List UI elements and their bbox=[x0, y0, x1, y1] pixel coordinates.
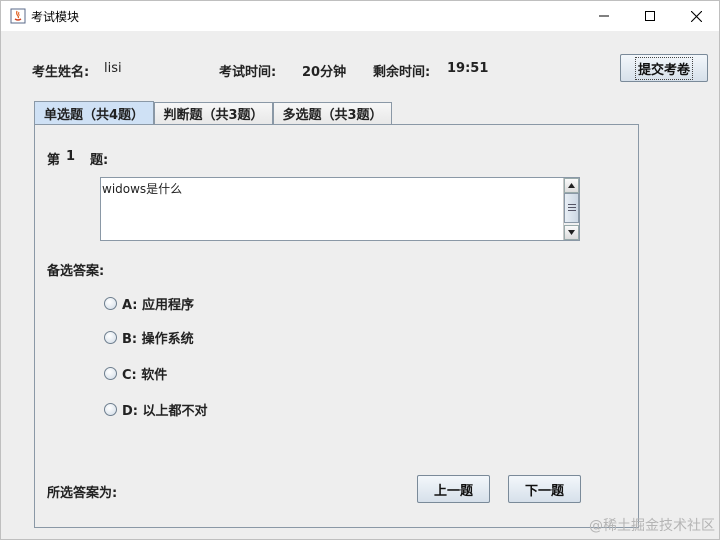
minimize-button[interactable] bbox=[581, 1, 627, 31]
question-prefix: 第 bbox=[47, 153, 61, 168]
remaining-time-value: 19:51 bbox=[447, 61, 489, 76]
selected-answer-label: 所选答案为: bbox=[47, 486, 118, 501]
tab-multiple-choice[interactable]: 多选题（共3题） bbox=[273, 102, 392, 124]
scroll-up-button[interactable] bbox=[564, 178, 579, 193]
chevron-up-icon bbox=[568, 183, 575, 188]
option-a-label: A: 应用程序 bbox=[122, 297, 195, 313]
option-c-label: C: 软件 bbox=[122, 367, 168, 383]
scroll-down-button[interactable] bbox=[564, 225, 579, 240]
option-c[interactable]: C: 软件 bbox=[104, 365, 168, 383]
radio-icon[interactable] bbox=[104, 366, 117, 380]
previous-question-label: 上一题 bbox=[433, 483, 473, 499]
question-text-area[interactable]: widows是什么 bbox=[100, 177, 580, 241]
question-scrollbar[interactable] bbox=[563, 178, 579, 240]
next-question-button[interactable]: 下一题 bbox=[508, 475, 581, 503]
option-b-label: B: 操作系统 bbox=[122, 331, 194, 347]
window-title: 考试模块 bbox=[31, 10, 80, 24]
radio-icon[interactable] bbox=[104, 330, 117, 344]
option-a[interactable]: A: 应用程序 bbox=[104, 295, 195, 313]
minimize-icon bbox=[599, 15, 609, 17]
remaining-time-label: 剩余时间: bbox=[373, 65, 431, 80]
chevron-down-icon bbox=[568, 230, 575, 235]
question-text: widows是什么 bbox=[102, 182, 183, 196]
submit-exam-button[interactable]: 提交考卷 bbox=[620, 54, 708, 82]
exam-time-value: 20分钟 bbox=[302, 65, 347, 80]
exam-time-label: 考试时间: bbox=[219, 65, 277, 80]
previous-question-button[interactable]: 上一题 bbox=[417, 475, 490, 503]
close-icon bbox=[690, 10, 702, 22]
submit-exam-label: 提交考卷 bbox=[634, 56, 693, 80]
option-d-label: D: 以上都不对 bbox=[122, 403, 208, 419]
tab-single-choice[interactable]: 单选题（共4题） bbox=[34, 101, 154, 125]
question-number: 1 bbox=[66, 149, 76, 164]
watermark: @稀土掘金技术社区 bbox=[589, 518, 715, 534]
student-name-value: lisi bbox=[104, 61, 122, 76]
question-suffix: 题: bbox=[90, 153, 109, 168]
student-name-label: 考生姓名: bbox=[32, 65, 90, 80]
options-label: 备选答案: bbox=[47, 264, 105, 279]
radio-icon[interactable] bbox=[104, 296, 117, 310]
java-app-icon bbox=[10, 8, 26, 24]
tab-multiple-choice-label: 多选题（共3题） bbox=[282, 108, 383, 123]
tab-true-false-label: 判断题（共3题） bbox=[163, 108, 264, 123]
maximize-icon bbox=[645, 11, 655, 21]
option-b[interactable]: B: 操作系统 bbox=[104, 329, 194, 347]
next-question-label: 下一题 bbox=[524, 483, 564, 499]
scroll-thumb[interactable] bbox=[564, 193, 579, 223]
title-bar: 考试模块 bbox=[1, 1, 719, 31]
tab-true-false[interactable]: 判断题（共3题） bbox=[154, 102, 273, 124]
maximize-button[interactable] bbox=[627, 1, 673, 31]
radio-icon[interactable] bbox=[104, 402, 117, 416]
exam-window: 考试模块 考生姓名: lisi 考试时间: 20分钟 剩余时间: 19:51 提… bbox=[0, 0, 720, 540]
tab-single-choice-label: 单选题（共4题） bbox=[43, 108, 145, 123]
close-button[interactable] bbox=[673, 1, 719, 31]
option-d[interactable]: D: 以上都不对 bbox=[104, 401, 208, 419]
